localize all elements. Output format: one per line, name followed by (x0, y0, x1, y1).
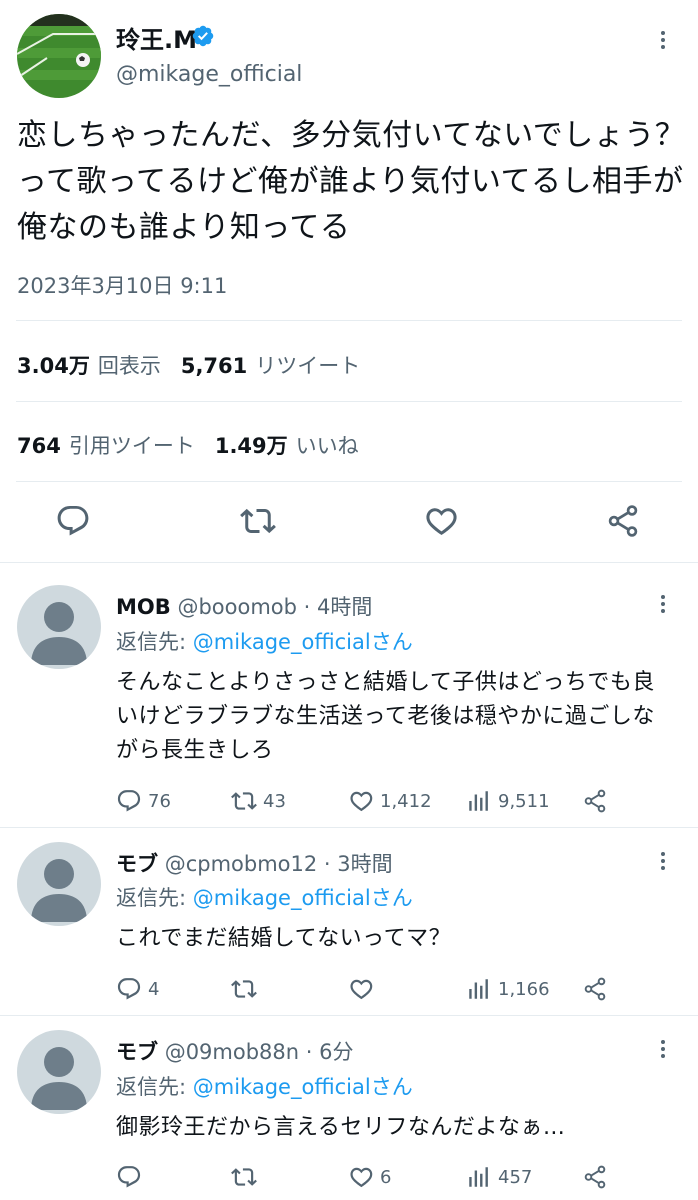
reply-action-share[interactable] (582, 1164, 608, 1190)
tweet-text: 恋しちゃったんだ、多分気付いてないでしょう？って歌ってるけど俺が誰より気付いてる… (17, 118, 686, 245)
reply-header: モブ @09mob88n · 6分 (116, 1036, 353, 1066)
reply-icon (116, 1164, 142, 1190)
more-vertical-icon[interactable] (651, 849, 675, 873)
heart-icon (348, 788, 374, 814)
reply-count: 4 (148, 978, 160, 1000)
reply-author-handle[interactable]: @booomob (177, 595, 297, 619)
reply-action-share[interactable] (582, 976, 608, 1002)
more-vertical-icon[interactable] (651, 28, 675, 52)
like-count: 6 (380, 1166, 392, 1188)
reply-author-name[interactable]: MOB (116, 595, 171, 619)
reply-action-like[interactable]: 1,412 (348, 788, 432, 814)
heart-icon[interactable] (423, 503, 459, 539)
share-icon (582, 1164, 608, 1190)
views-chart-icon (466, 976, 492, 1002)
reply-action-retweet[interactable]: 43 (231, 788, 286, 814)
reply-action-like[interactable]: 6 (348, 1164, 391, 1190)
share-icon (582, 788, 608, 814)
views-count: 9,511 (498, 790, 550, 812)
reply-to-prefix: 返信先: (116, 886, 193, 910)
reply-to-link[interactable]: @mikage_officialさん (193, 630, 413, 654)
reply-author-name[interactable]: モブ (116, 852, 158, 876)
reply-action-reply[interactable] (116, 1164, 148, 1190)
tweet-timestamp[interactable]: 2023年3月10日 9:11 (17, 270, 227, 300)
reply-text: これでまだ結婚してないってマ？ (116, 926, 452, 951)
views-count: 457 (498, 1166, 533, 1188)
views-count: 1,166 (498, 978, 550, 1000)
reply-action-retweet[interactable] (231, 976, 263, 1002)
views-chart-icon (466, 788, 492, 814)
reply-action-like[interactable] (348, 976, 380, 1002)
views-count: 3.04万 (17, 354, 90, 378)
quotes-label: 引用ツイート (68, 434, 195, 458)
reply-avatar[interactable] (17, 1030, 101, 1114)
reply-action-share[interactable] (582, 788, 608, 814)
retweet-icon (231, 788, 257, 814)
reply-time[interactable]: · 4時間 (304, 595, 373, 619)
quotes-count: 764 (17, 434, 61, 458)
author-name[interactable]: 玲王.M (116, 20, 197, 55)
reply-action-retweet[interactable] (231, 1164, 263, 1190)
author-avatar[interactable] (17, 14, 101, 98)
more-vertical-icon[interactable] (651, 592, 675, 616)
author-handle[interactable]: @mikage_official (116, 62, 302, 87)
reply-icon[interactable] (55, 503, 91, 539)
reply-to-link[interactable]: @mikage_officialさん (193, 886, 413, 910)
heart-icon (348, 976, 374, 1002)
reply-icon (116, 976, 142, 1002)
reply-time[interactable]: · 6分 (306, 1040, 354, 1064)
reply-action-views[interactable]: 1,166 (466, 976, 550, 1002)
reply-to-prefix: 返信先: (116, 630, 193, 654)
share-icon[interactable] (605, 503, 641, 539)
likes-label: いいね (295, 434, 359, 458)
like-count: 1,412 (380, 790, 432, 812)
reply-action-reply[interactable]: 76 (116, 788, 171, 814)
likes-count: 1.49万 (214, 434, 288, 458)
reply-to-line: 返信先: @mikage_officialさん (116, 882, 413, 912)
reply-action-reply[interactable]: 4 (116, 976, 159, 1002)
reply-avatar[interactable] (17, 585, 101, 669)
retweet-count: 43 (263, 790, 286, 812)
retweet-icon (231, 976, 257, 1002)
stats-row-quotes-likes: 764 引用ツイート 1.49万 いいね (17, 430, 379, 460)
retweet-icon (231, 1164, 257, 1190)
reply-header: モブ @cpmobmo12 · 3時間 (116, 848, 393, 878)
reply-count: 76 (148, 790, 171, 812)
retweets-stat[interactable]: 5,761 リツイート (181, 354, 380, 378)
verified-badge-icon (191, 24, 215, 48)
quotes-stat[interactable]: 764 引用ツイート (17, 434, 215, 458)
reply-icon (116, 788, 142, 814)
heart-icon (348, 1164, 374, 1190)
stats-row-views-retweets: 3.04万 回表示 5,761 リツイート (17, 350, 380, 380)
retweets-label: リツイート (255, 354, 361, 378)
reply-text: 御影玲王だから言えるセリフなんだよなぁ… (116, 1115, 566, 1140)
reply-header: MOB @booomob · 4時間 (116, 591, 372, 621)
more-vertical-icon[interactable] (651, 1037, 675, 1061)
retweet-icon[interactable] (240, 503, 276, 539)
reply-text: そんなことよりさっさと結婚して子供はどっちでも良いけどラブラブな生活送って老後は… (116, 670, 655, 763)
reply-to-prefix: 返信先: (116, 1075, 193, 1099)
reply-avatar[interactable] (17, 842, 101, 926)
share-icon (582, 976, 608, 1002)
reply-author-handle[interactable]: @cpmobmo12 (165, 852, 318, 876)
reply-action-views[interactable]: 9,511 (466, 788, 550, 814)
reply-author-handle[interactable]: @09mob88n (165, 1040, 299, 1064)
reply-time[interactable]: · 3時間 (324, 852, 393, 876)
likes-stat[interactable]: 1.49万 いいね (215, 434, 379, 458)
views-chart-icon (466, 1164, 492, 1190)
reply-to-line: 返信先: @mikage_officialさん (116, 626, 413, 656)
reply-author-name[interactable]: モブ (116, 1040, 158, 1064)
reply-to-line: 返信先: @mikage_officialさん (116, 1071, 413, 1101)
reply-action-views[interactable]: 457 (466, 1164, 532, 1190)
views-label: 回表示 (97, 354, 161, 378)
retweets-count: 5,761 (180, 354, 248, 378)
reply-to-link[interactable]: @mikage_officialさん (193, 1075, 413, 1099)
